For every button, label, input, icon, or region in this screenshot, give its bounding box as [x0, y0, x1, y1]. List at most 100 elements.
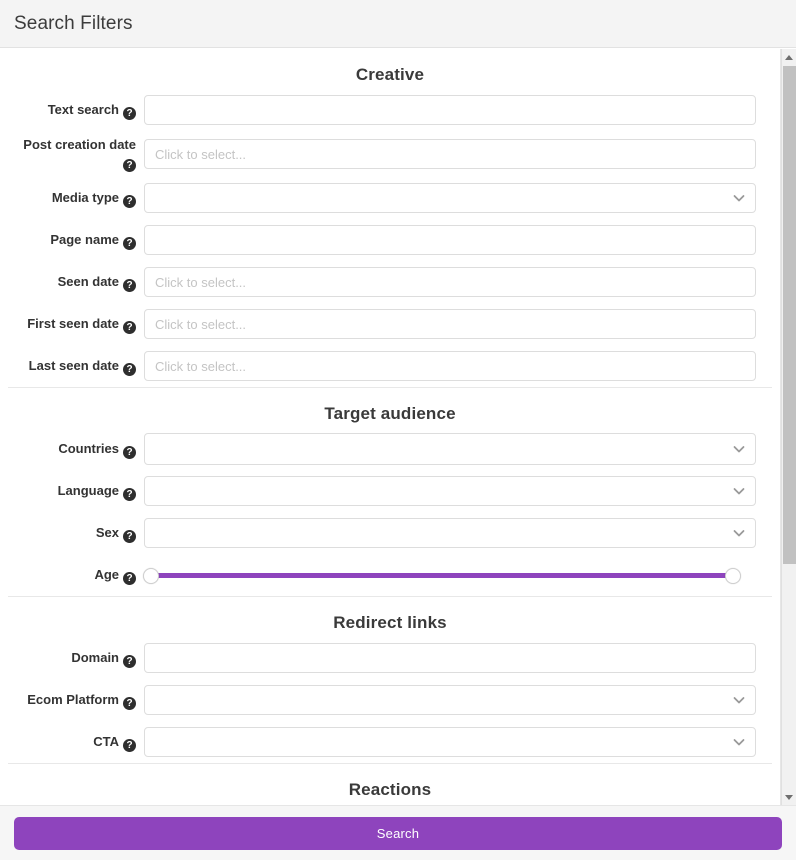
- help-icon[interactable]: ?: [123, 195, 136, 208]
- help-icon[interactable]: ?: [123, 655, 136, 668]
- field-control-domain: [144, 643, 772, 673]
- field-label-age: Age?: [8, 566, 144, 585]
- slider-age[interactable]: [144, 563, 756, 587]
- field-row-domain: Domain?: [8, 637, 772, 679]
- help-icon[interactable]: ?: [123, 321, 136, 334]
- field-label-ecom-platform: Ecom Platform?: [8, 691, 144, 710]
- section-creative: Creative Text search? Post creation date? M…: [8, 49, 772, 387]
- field-row-countries: Countries?: [8, 428, 772, 470]
- slider-handle-min[interactable]: [143, 568, 159, 584]
- vertical-scrollbar[interactable]: [781, 49, 796, 805]
- label-text: Page name: [50, 232, 119, 247]
- slider-track: [144, 573, 740, 578]
- field-row-page-name: Page name?: [8, 219, 772, 261]
- field-row-cta: CTA?: [8, 721, 772, 763]
- select-sex[interactable]: [144, 518, 756, 548]
- scroll-up-arrow-icon[interactable]: [782, 49, 796, 65]
- field-control-page-name: [144, 225, 772, 255]
- footer-bar: Search: [0, 805, 796, 860]
- slider-handle-max[interactable]: [725, 568, 741, 584]
- section-title: Reactions: [8, 764, 772, 804]
- field-label-post-creation-date: Post creation date?: [8, 136, 144, 172]
- field-label-last-seen-date: Last seen date?: [8, 357, 144, 376]
- help-icon[interactable]: ?: [123, 530, 136, 543]
- label-text: Language: [58, 483, 119, 498]
- chevron-down-icon: [732, 484, 746, 498]
- scroll-down-arrow-icon[interactable]: [782, 789, 796, 805]
- field-row-last-seen-date: Last seen date?: [8, 345, 772, 387]
- search-button[interactable]: Search: [14, 817, 782, 850]
- help-icon[interactable]: ?: [123, 237, 136, 250]
- input-first-seen-date[interactable]: [144, 309, 756, 339]
- chevron-down-icon: [732, 526, 746, 540]
- section-title: Creative: [8, 49, 772, 89]
- field-row-ecom-platform: Ecom Platform?: [8, 679, 772, 721]
- field-label-sex: Sex?: [8, 524, 144, 543]
- field-row-language: Language?: [8, 470, 772, 512]
- label-text: Sex: [96, 525, 119, 540]
- field-control-sex: [144, 518, 772, 548]
- field-label-language: Language?: [8, 482, 144, 501]
- section-title: Redirect links: [8, 597, 772, 637]
- field-row-post-creation-date: Post creation date?: [8, 131, 772, 177]
- help-icon[interactable]: ?: [123, 739, 136, 752]
- help-icon[interactable]: ?: [123, 697, 136, 710]
- field-control-countries: [144, 433, 772, 465]
- field-control-age: [144, 563, 772, 587]
- field-row-media-type: Media type?: [8, 177, 772, 219]
- field-label-first-seen-date: First seen date?: [8, 315, 144, 334]
- help-icon[interactable]: ?: [123, 363, 136, 376]
- field-row-text-search: Text search?: [8, 89, 772, 131]
- select-countries[interactable]: [144, 433, 756, 465]
- select-ecom-platform[interactable]: [144, 685, 756, 715]
- input-seen-date[interactable]: [144, 267, 756, 297]
- chevron-down-icon: [732, 191, 746, 205]
- field-control-ecom-platform: [144, 685, 772, 715]
- label-text: Countries: [58, 441, 119, 456]
- field-control-last-seen-date: [144, 351, 772, 381]
- label-text: Media type: [52, 190, 119, 205]
- window-titlebar: Search Filters: [0, 0, 796, 48]
- select-language[interactable]: [144, 476, 756, 506]
- help-icon[interactable]: ?: [123, 446, 136, 459]
- page-title: Search Filters: [14, 13, 133, 35]
- label-text: Domain: [71, 650, 119, 665]
- select-media-type[interactable]: [144, 183, 756, 213]
- help-icon[interactable]: ?: [123, 159, 136, 172]
- field-label-media-type: Media type?: [8, 189, 144, 208]
- search-filters-window: Search Filters Creative Text search? Post …: [0, 0, 796, 860]
- section-reactions: ReactionsLikes?: [8, 763, 772, 805]
- help-icon[interactable]: ?: [123, 107, 136, 120]
- field-label-text-search: Text search?: [8, 101, 144, 120]
- section-target-audience: Target audienceCountries?Language?Sex?Ag…: [8, 387, 772, 596]
- input-page-name[interactable]: [144, 225, 756, 255]
- help-icon[interactable]: ?: [123, 572, 136, 585]
- filters-scroll-area[interactable]: Creative Text search? Post creation date? M…: [0, 49, 781, 805]
- input-text-search[interactable]: [144, 95, 756, 125]
- field-control-seen-date: [144, 267, 772, 297]
- help-icon[interactable]: ?: [123, 488, 136, 501]
- field-row-age: Age?: [8, 554, 772, 596]
- filters-form: Creative Text search? Post creation date? M…: [0, 49, 780, 805]
- field-label-countries: Countries?: [8, 440, 144, 459]
- select-cta[interactable]: [144, 727, 756, 757]
- field-label-cta: CTA?: [8, 733, 144, 752]
- chevron-down-icon: [732, 735, 746, 749]
- field-row-seen-date: Seen date?: [8, 261, 772, 303]
- label-text: Seen date: [58, 274, 119, 289]
- field-control-text-search: [144, 95, 772, 125]
- input-last-seen-date[interactable]: [144, 351, 756, 381]
- field-row-first-seen-date: First seen date?: [8, 303, 772, 345]
- field-control-language: [144, 476, 772, 506]
- field-control-media-type: [144, 183, 772, 213]
- field-label-seen-date: Seen date?: [8, 273, 144, 292]
- help-icon[interactable]: ?: [123, 279, 136, 292]
- input-post-creation-date[interactable]: [144, 139, 756, 169]
- label-text: Ecom Platform: [27, 692, 119, 707]
- scrollbar-thumb[interactable]: [783, 66, 796, 564]
- field-control-first-seen-date: [144, 309, 772, 339]
- label-text: Age: [94, 567, 119, 582]
- triangle-up-icon: [785, 55, 793, 60]
- label-text: CTA: [93, 734, 119, 749]
- input-domain[interactable]: [144, 643, 756, 673]
